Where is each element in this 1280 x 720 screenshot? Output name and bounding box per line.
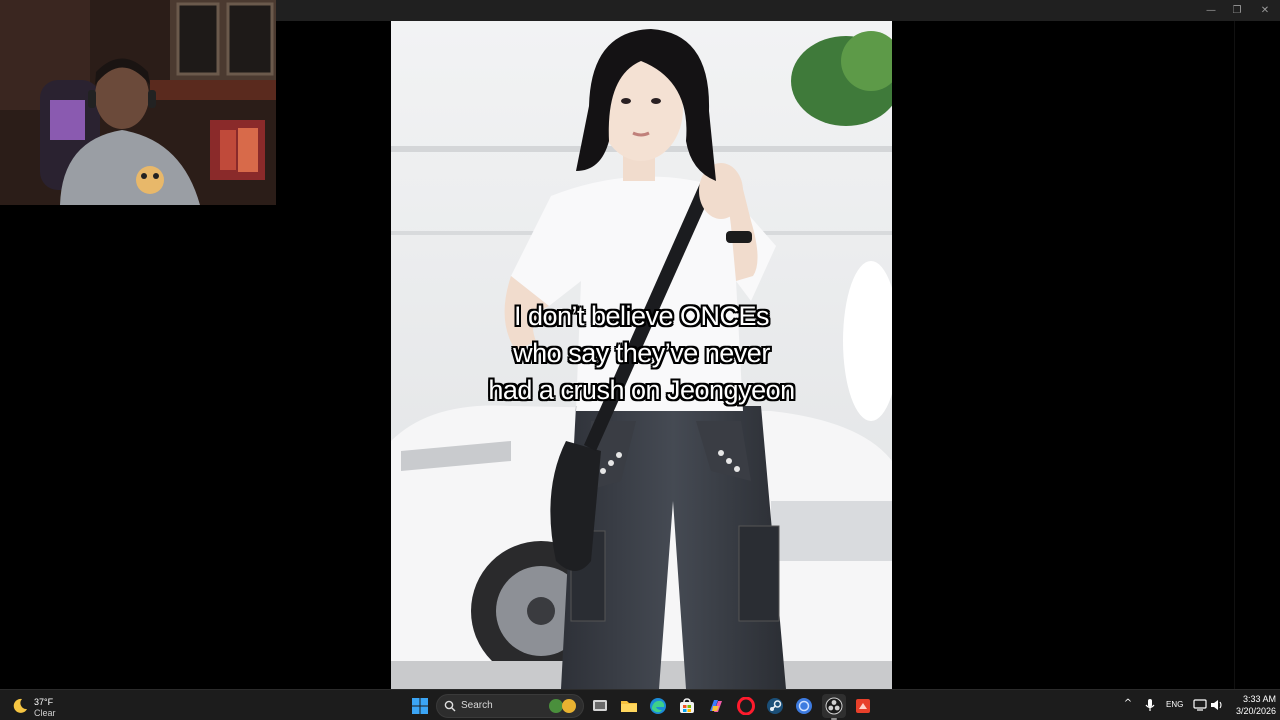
- video-caption: I don’t believe ONCEs who say they’ve ne…: [391, 298, 892, 409]
- weather-widget[interactable]: 37°F Clear: [8, 693, 68, 719]
- restore-button[interactable]: ❐: [1222, 3, 1252, 17]
- taskbar: 37°F Clear Search ^ ENG 3:33 AM 3/20/202…: [0, 689, 1280, 720]
- volume-icon[interactable]: [1210, 698, 1224, 712]
- task-view-icon: [593, 700, 607, 711]
- steam-icon: [767, 698, 783, 714]
- media-viewer: I don’t believe ONCEs who say they’ve ne…: [391, 21, 892, 689]
- blue-app-button[interactable]: [792, 694, 816, 718]
- steam-button[interactable]: [763, 694, 787, 718]
- red-app-button[interactable]: [851, 694, 875, 718]
- taskbar-clock[interactable]: 3:33 AM 3/20/2026: [1228, 694, 1276, 717]
- opera-button[interactable]: [734, 694, 758, 718]
- caption-line: who say they’ve never: [513, 338, 770, 368]
- window-titlebar: — ❐ ✕: [276, 0, 1280, 21]
- caption-line: I don’t believe ONCEs: [513, 301, 770, 331]
- network-icon[interactable]: [1193, 698, 1207, 712]
- weather-temperature: 37°F: [34, 697, 54, 707]
- windows-logo-icon: [412, 698, 428, 714]
- task-view-button[interactable]: [588, 694, 612, 718]
- webcam-overlay: [0, 0, 276, 205]
- folder-icon: [621, 701, 637, 712]
- microphone-icon[interactable]: [1144, 698, 1156, 712]
- divider: [1234, 21, 1235, 689]
- weather-condition: Clear: [34, 708, 56, 718]
- store-icon: [680, 698, 694, 713]
- webcam-scene: [0, 0, 276, 205]
- microsoft-store-button[interactable]: [675, 694, 699, 718]
- file-explorer-button[interactable]: [617, 694, 641, 718]
- language-indicator[interactable]: ENG: [1166, 700, 1183, 709]
- globe-icon: [796, 698, 812, 714]
- obs-button[interactable]: [822, 694, 846, 720]
- clock-date: 3/20/2026: [1235, 706, 1276, 716]
- moon-icon: [13, 698, 27, 713]
- show-hidden-icons-button[interactable]: ^: [1122, 698, 1134, 712]
- opera-icon: [737, 697, 755, 715]
- edge-button[interactable]: [646, 694, 670, 718]
- search-icon: [444, 700, 456, 712]
- red-app-icon: [856, 699, 870, 713]
- caption-line: had a crush on Jeongyeon: [488, 375, 795, 405]
- close-button[interactable]: ✕: [1250, 3, 1280, 17]
- copilot-button[interactable]: [704, 694, 728, 718]
- search-highlight-icon: [549, 699, 576, 713]
- search-box[interactable]: Search: [436, 694, 584, 718]
- edge-icon: [650, 698, 666, 714]
- obs-icon: [825, 697, 843, 715]
- clock-time: 3:33 AM: [1242, 694, 1276, 704]
- copilot-icon: [710, 700, 722, 712]
- start-button[interactable]: [408, 694, 432, 718]
- search-label: Search: [461, 700, 493, 711]
